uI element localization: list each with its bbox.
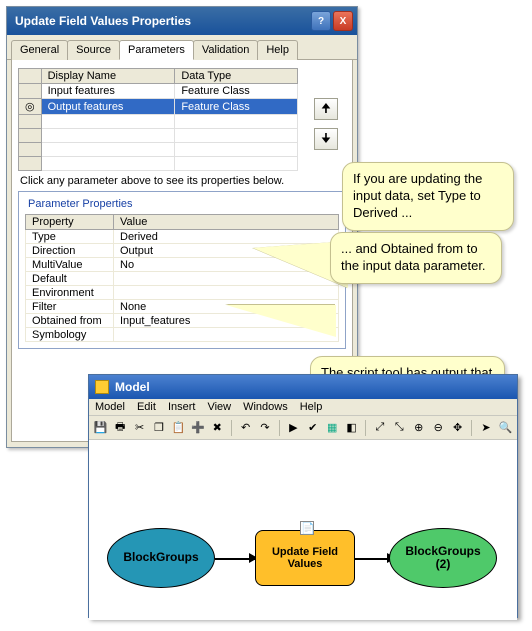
copy-icon[interactable]: ❐	[151, 419, 166, 436]
output-data-node[interactable]: BlockGroups (2)	[389, 528, 497, 588]
move-up-button[interactable]: 🠉	[314, 98, 338, 120]
process-node[interactable]: 📄 Update Field Values	[255, 530, 355, 586]
script-tool-icon: 📄	[300, 521, 314, 535]
print-icon[interactable]: 🖶	[112, 419, 127, 436]
tab-validation[interactable]: Validation	[193, 40, 259, 60]
callout-type-derived: If you are updating the input data, set …	[342, 162, 514, 231]
full-extent-icon[interactable]: ◧	[344, 419, 359, 436]
model-window: Model Model Edit Insert View Windows Hel…	[88, 374, 518, 618]
tabs: General Source Parameters Validation Hel…	[7, 39, 357, 60]
param-row-input[interactable]: Input features Feature Class	[19, 84, 298, 99]
separator-icon	[231, 420, 232, 436]
tab-help[interactable]: Help	[257, 40, 298, 60]
parameters-table[interactable]: Display Name Data Type Input features Fe…	[18, 68, 298, 171]
delete-icon[interactable]: ✖	[210, 419, 225, 436]
model-titlebar[interactable]: Model	[89, 375, 517, 399]
zoom-in-icon[interactable]: ⤢	[372, 419, 387, 436]
menu-view[interactable]: View	[207, 401, 231, 413]
reorder-buttons: 🠉 🠋	[314, 98, 340, 158]
instruction-text: Click any parameter above to see its pro…	[20, 175, 344, 187]
dialog-titlebar[interactable]: Update Field Values Properties ? X	[7, 7, 357, 35]
tab-source[interactable]: Source	[67, 40, 120, 60]
menu-edit[interactable]: Edit	[137, 401, 156, 413]
props-col-property: Property	[26, 215, 114, 230]
menu-windows[interactable]: Windows	[243, 401, 288, 413]
select-icon[interactable]: ➤	[478, 419, 493, 436]
model-menubar: Model Edit Insert View Windows Help	[89, 399, 517, 416]
model-title-text: Model	[115, 380, 150, 394]
param-row-output[interactable]: ◎ Output features Feature Class	[19, 99, 298, 115]
separator-icon	[471, 420, 472, 436]
undo-icon[interactable]: ↶	[238, 419, 253, 436]
fixed-zoom-out-icon[interactable]: ⊖	[430, 419, 445, 436]
close-button[interactable]: X	[333, 11, 353, 31]
props-col-value: Value	[114, 215, 339, 230]
dialog-title: Update Field Values Properties	[15, 14, 309, 28]
menu-insert[interactable]: Insert	[168, 401, 196, 413]
params-col-name: Display Name	[41, 69, 175, 84]
menu-model[interactable]: Model	[95, 401, 125, 413]
paste-icon[interactable]: 📋	[171, 419, 186, 436]
run-icon[interactable]: ▶	[286, 419, 301, 436]
zoom-out-icon[interactable]: ⤡	[392, 419, 407, 436]
tab-general[interactable]: General	[11, 40, 68, 60]
model-icon	[95, 380, 109, 394]
model-toolbar: 💾 🖶 ✂ ❐ 📋 ➕ ✖ ↶ ↷ ▶ ✔ ▦ ◧ ⤢ ⤡ ⊕ ⊖ ✥ ➤ 🔍	[89, 416, 517, 440]
model-canvas[interactable]: BlockGroups 📄 Update Field Values BlockG…	[89, 440, 517, 620]
input-data-node[interactable]: BlockGroups	[107, 528, 215, 588]
callout-obtained-from: ... and Obtained from to the input data …	[330, 232, 502, 284]
separator-icon	[365, 420, 366, 436]
pan-icon[interactable]: ✥	[450, 419, 465, 436]
separator-icon	[279, 420, 280, 436]
tab-parameters[interactable]: Parameters	[119, 40, 194, 60]
menu-help[interactable]: Help	[300, 401, 323, 413]
help-button[interactable]: ?	[311, 11, 331, 31]
save-icon[interactable]: 💾	[93, 419, 108, 436]
redo-icon[interactable]: ↷	[257, 419, 272, 436]
validate-icon[interactable]: ✔	[305, 419, 320, 436]
move-down-button[interactable]: 🠋	[314, 128, 338, 150]
zoom-actual-icon[interactable]: 🔍	[498, 419, 513, 436]
props-title: Parameter Properties	[25, 198, 136, 210]
auto-layout-icon[interactable]: ▦	[324, 419, 339, 436]
cut-icon[interactable]: ✂	[132, 419, 147, 436]
add-data-icon[interactable]: ➕	[190, 419, 205, 436]
params-col-type: Data Type	[175, 69, 298, 84]
fixed-zoom-in-icon[interactable]: ⊕	[411, 419, 426, 436]
